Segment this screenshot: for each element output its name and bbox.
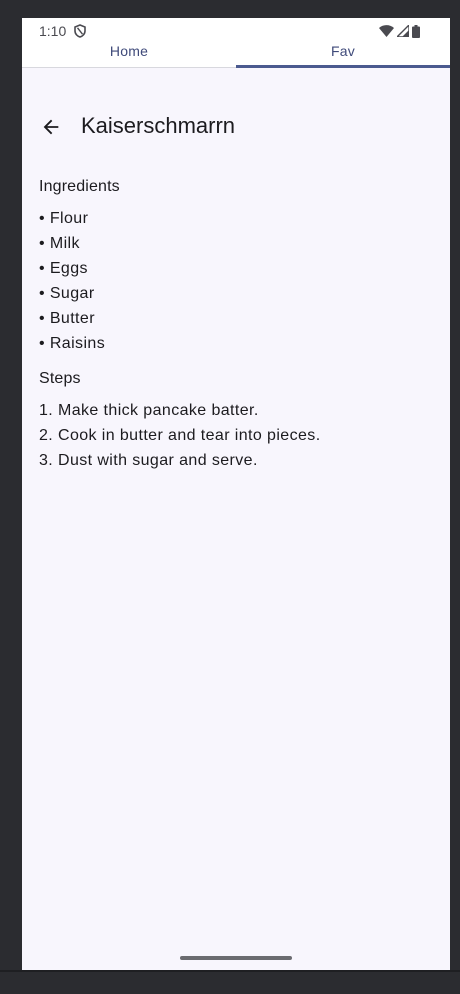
detail-toolbar: Kaiserschmarrn xyxy=(22,104,450,148)
ingredient-item: • Flour xyxy=(39,210,89,227)
tab-fav[interactable]: Fav xyxy=(236,35,450,67)
step-item: 2. Cook in butter and tear into pieces. xyxy=(39,427,321,444)
tab-home[interactable]: Home xyxy=(22,35,236,67)
ingredient-item: • Sugar xyxy=(39,285,95,302)
tab-home-label: Home xyxy=(109,43,149,59)
phone-screen: 1:10 Home Fav Kaiserschmarrn Ingredients… xyxy=(22,18,450,970)
window-frame-top xyxy=(0,0,460,18)
window-frame-bottom xyxy=(0,970,460,994)
recipe-content: Ingredients • Flour • Milk • Eggs • Suga… xyxy=(39,178,429,473)
step-item: 3. Dust with sugar and serve. xyxy=(39,452,258,469)
ingredients-list: • Flour • Milk • Eggs • Sugar • Butter •… xyxy=(39,206,429,356)
ingredient-item: • Raisins xyxy=(39,335,106,352)
gesture-nav-handle[interactable] xyxy=(180,956,292,960)
ingredient-item: • Butter xyxy=(39,310,95,327)
back-button[interactable] xyxy=(36,112,66,142)
top-app-bar: 1:10 Home Fav xyxy=(22,18,450,68)
ingredient-item: • Eggs xyxy=(39,260,88,277)
ingredients-heading: Ingredients xyxy=(39,178,120,195)
page-title: Kaiserschmarrn xyxy=(81,113,236,138)
ingredient-item: • Milk xyxy=(39,235,80,252)
step-item: 1. Make thick pancake batter. xyxy=(39,402,259,419)
arrow-back-icon xyxy=(43,119,59,135)
tab-fav-label: Fav xyxy=(331,43,355,59)
frame-edge xyxy=(0,970,460,972)
steps-list: 1. Make thick pancake batter. 2. Cook in… xyxy=(39,398,429,473)
steps-heading: Steps xyxy=(39,370,81,387)
tab-selected-indicator xyxy=(236,65,450,68)
